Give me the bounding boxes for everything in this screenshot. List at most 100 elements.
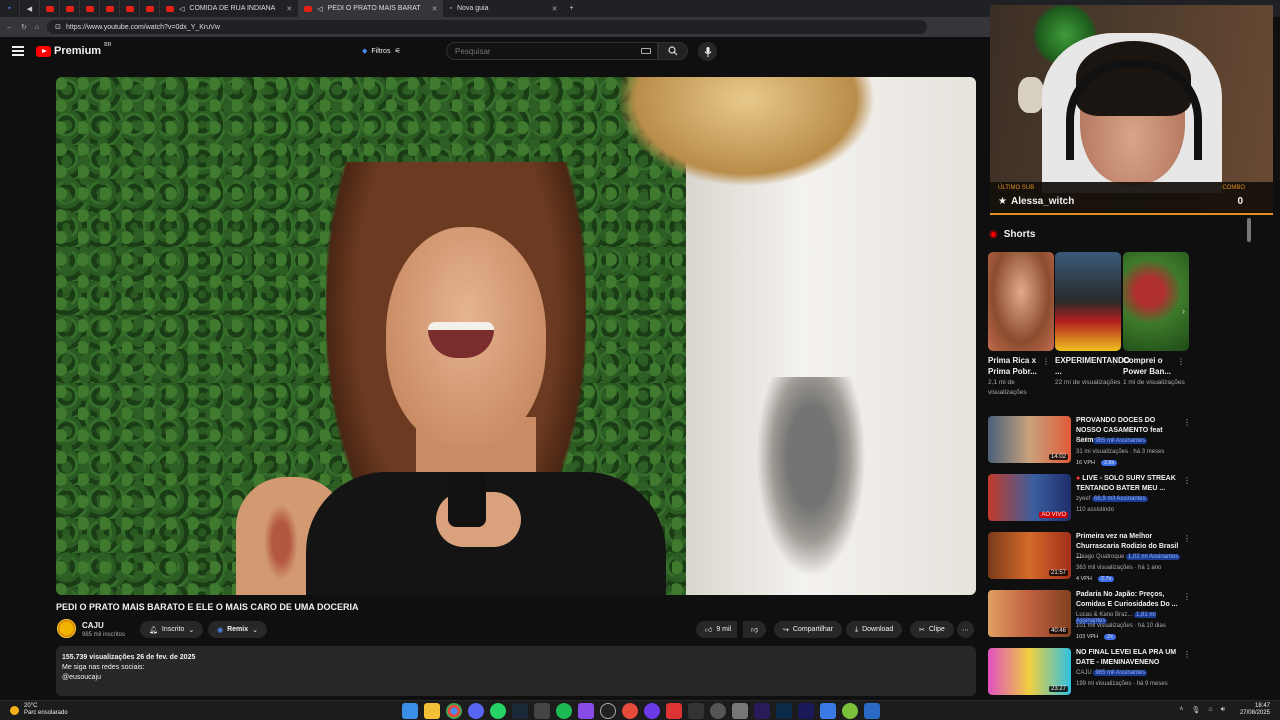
pinned-tab[interactable]: ◀ bbox=[20, 0, 40, 17]
tab-nova-guia[interactable]: ▫ Nova guia ✕ bbox=[443, 0, 563, 17]
windows-start-icon[interactable] bbox=[402, 703, 418, 719]
short-title: Comprei o Power Ban... bbox=[1123, 356, 1172, 376]
short-card[interactable]: EXPERIMENTANDO ... 22 mi de visualizaçõe… bbox=[1055, 252, 1130, 388]
volume-icon[interactable]: 🔊︎ bbox=[1221, 706, 1225, 714]
clip-button[interactable]: ✂ Clipe bbox=[910, 621, 954, 638]
weather-widget[interactable]: 20°C Parc ensolarado bbox=[10, 703, 68, 717]
youtube-logo[interactable]: Premium BR bbox=[36, 42, 112, 57]
voice-search-button[interactable] bbox=[698, 42, 717, 61]
more-vertical-icon[interactable]: ⋮ bbox=[1183, 418, 1191, 427]
more-vertical-icon[interactable]: ⋮ bbox=[1042, 357, 1050, 366]
steam-icon[interactable] bbox=[512, 703, 528, 719]
region-code: BR bbox=[104, 42, 112, 48]
video-player[interactable] bbox=[56, 77, 976, 595]
app-icon[interactable] bbox=[534, 703, 550, 719]
chevron-down-icon: ⌄ bbox=[188, 626, 195, 634]
more-vertical-icon[interactable]: ⋮ bbox=[1183, 650, 1191, 659]
close-icon[interactable]: ✕ bbox=[432, 5, 438, 13]
recommended-video[interactable]: AO VIVO ● LIVE - SOLO SURV STREAK TENTAN… bbox=[988, 474, 1191, 524]
app-icon[interactable] bbox=[578, 703, 594, 719]
more-vertical-icon[interactable]: ⋮ bbox=[1183, 476, 1191, 485]
whatsapp-icon[interactable] bbox=[490, 703, 506, 719]
video-meta: 31 mi visualizações · há 3 meses bbox=[1076, 449, 1165, 455]
back-arrow-icon[interactable]: ← bbox=[6, 24, 13, 31]
channel-name[interactable]: CAJU bbox=[82, 621, 104, 630]
channel-avatar[interactable] bbox=[57, 619, 76, 638]
chrome-icon[interactable] bbox=[446, 703, 462, 719]
search-button[interactable] bbox=[658, 42, 688, 60]
obs-icon[interactable] bbox=[600, 703, 616, 719]
media-encoder-icon[interactable] bbox=[798, 703, 814, 719]
temperature: 20°C bbox=[24, 703, 38, 709]
new-tab-button[interactable]: + bbox=[563, 0, 579, 17]
premiere-icon[interactable] bbox=[754, 703, 770, 719]
more-actions-button[interactable]: ⋯ bbox=[957, 621, 974, 638]
streamer-webcam: ÚLTIMO SUB ★ Alessa_witch COMBO 0 bbox=[990, 5, 1273, 215]
address-bar-row: ← ↻ ⌂ ⊡ https://www.youtube.com/watch?v=… bbox=[0, 17, 990, 37]
microphone-icon[interactable]: 🎙︎ bbox=[1191, 706, 1200, 714]
recommended-video[interactable]: 21:57 Primeira vez na Melhor Churrascari… bbox=[988, 532, 1191, 582]
filters-button[interactable]: ◆ Filtros ⚟ bbox=[354, 43, 409, 59]
discord-icon[interactable] bbox=[468, 703, 484, 719]
close-icon[interactable]: ✕ bbox=[286, 5, 292, 13]
hamburger-menu-icon[interactable] bbox=[12, 46, 24, 56]
pinned-tab[interactable] bbox=[120, 0, 140, 17]
share-button[interactable]: ↪ Compartilhar bbox=[774, 621, 842, 638]
pinned-tab[interactable] bbox=[60, 0, 80, 17]
clock[interactable]: 18:47 27/08/2025 bbox=[1240, 703, 1270, 717]
home-icon[interactable]: ⌂ bbox=[35, 24, 39, 31]
app-icon[interactable] bbox=[864, 703, 880, 719]
url-field[interactable]: ⊡ https://www.youtube.com/watch?v=0dx_Y_… bbox=[47, 20, 928, 34]
app-icon[interactable] bbox=[820, 703, 836, 719]
tab-pedi-o-prato[interactable]: ◁ PEDI O PRATO MAIS BARAT ✕ bbox=[298, 0, 444, 17]
like-button[interactable]: 👍︎ 9 mil bbox=[696, 621, 738, 638]
channel-line: CAJU 985 mil Assinantes bbox=[1076, 670, 1148, 676]
description-box[interactable]: 155.739 visualizações 26 de fev. de 2025… bbox=[56, 646, 976, 696]
app-icon[interactable] bbox=[644, 703, 660, 719]
sidebar-scrollbar[interactable] bbox=[1247, 218, 1251, 242]
channel-line: CAJU 985 mil Assinantes bbox=[1076, 438, 1148, 444]
short-card[interactable]: Comprei o Power Ban... 1 mi de visualiza… bbox=[1123, 252, 1189, 388]
app-icon[interactable] bbox=[732, 703, 748, 719]
network-icon[interactable]: ⌂ bbox=[1208, 706, 1212, 714]
pinned-tab[interactable] bbox=[140, 0, 160, 17]
dislike-button[interactable]: 👎︎ bbox=[743, 621, 767, 638]
short-card[interactable]: Prima Rica x Prima Pobr... 2,1 mi de vis… bbox=[988, 252, 1054, 398]
channel-line: zyeef 68,9 mil Assinantes bbox=[1076, 496, 1148, 502]
pinned-tab[interactable] bbox=[40, 0, 60, 17]
tab-comida[interactable]: ◁ COMIDA DE RUA INDIANA ✕ bbox=[160, 0, 298, 17]
pinned-tab[interactable] bbox=[80, 0, 100, 17]
more-vertical-icon[interactable]: ⋮ bbox=[1183, 534, 1191, 543]
file-explorer-icon[interactable] bbox=[424, 703, 440, 719]
reload-icon[interactable]: ↻ bbox=[21, 23, 27, 31]
bell-icon: 🔔︎ bbox=[149, 626, 158, 634]
spotify-icon[interactable] bbox=[556, 703, 572, 719]
pinned-tab[interactable]: ▪ bbox=[0, 0, 20, 17]
search-placeholder: Pesquisar bbox=[455, 46, 491, 56]
download-button[interactable]: ⤓ Download bbox=[846, 621, 903, 638]
recommended-video[interactable]: 40:46 Padaria No Japão: Preços, Comidas … bbox=[988, 590, 1191, 640]
recommended-video[interactable]: 14:02 PROVANDO DOCES DO NOSSO CASAMENTO … bbox=[988, 416, 1191, 466]
more-vertical-icon[interactable]: ⋮ bbox=[1183, 592, 1191, 601]
app-icon[interactable] bbox=[666, 703, 682, 719]
photoshop-icon[interactable] bbox=[776, 703, 792, 719]
search-input[interactable]: Pesquisar bbox=[446, 42, 658, 60]
recommended-video[interactable]: 23:27 NO FINAL LEVEI ELA PRA UM DATE - I… bbox=[988, 648, 1191, 698]
chevron-right-icon[interactable]: › bbox=[1182, 306, 1185, 316]
logo-text: Premium bbox=[54, 45, 102, 57]
tab-label: Nova guia bbox=[456, 5, 489, 12]
chevron-up-icon[interactable]: ˄ bbox=[1179, 706, 1183, 714]
keyboard-icon[interactable] bbox=[641, 48, 651, 54]
cam-mask-decoration bbox=[1018, 77, 1044, 113]
app-icon[interactable] bbox=[622, 703, 638, 719]
app-icon[interactable] bbox=[688, 703, 704, 719]
app-icon[interactable] bbox=[842, 703, 858, 719]
more-vertical-icon[interactable]: ⋮ bbox=[1110, 357, 1118, 366]
video-title: PEDI O PRATO MAIS BARATO E ELE O MAIS CA… bbox=[56, 602, 359, 612]
close-icon[interactable]: ✕ bbox=[552, 5, 558, 13]
pinned-tab[interactable] bbox=[100, 0, 120, 17]
remix-button[interactable]: ◉ Remix ⌄ bbox=[208, 621, 267, 638]
subscribed-button[interactable]: 🔔︎ Inscrito ⌄ bbox=[140, 621, 204, 638]
app-icon[interactable] bbox=[710, 703, 726, 719]
more-vertical-icon[interactable]: ⋮ bbox=[1177, 357, 1185, 366]
